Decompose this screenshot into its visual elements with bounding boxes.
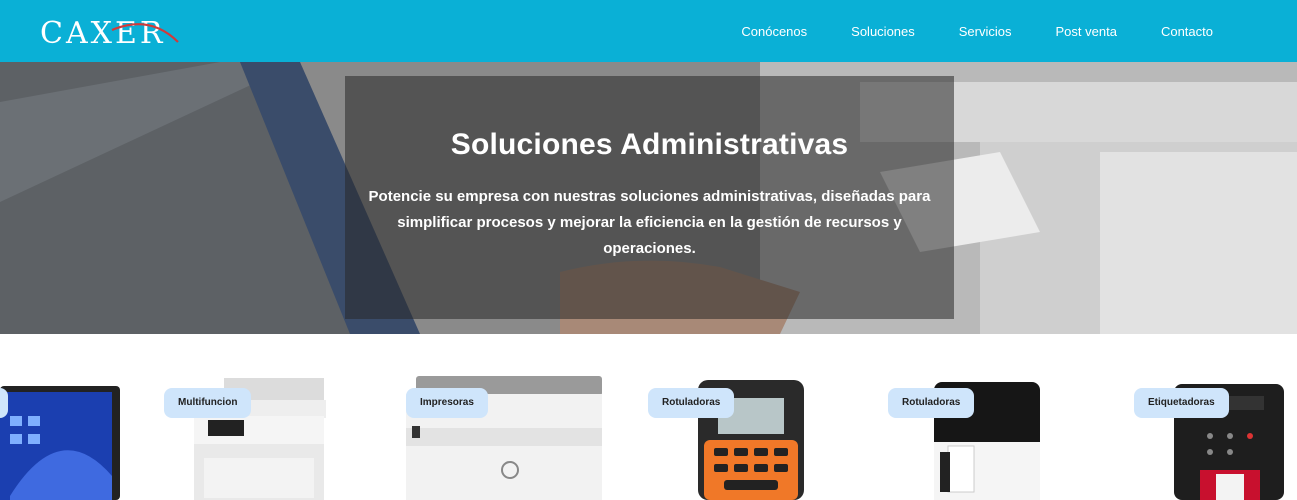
hero-description: Potencie su empresa con nuestras solucio… bbox=[368, 188, 931, 257]
hero-section: Soluciones Administrativas Potencie su e… bbox=[0, 62, 1297, 334]
product-card-rotuladoras-2[interactable]: Rotuladoras bbox=[880, 334, 1060, 500]
main-nav: Conócenos Soluciones Servicios Post vent… bbox=[697, 0, 1213, 62]
category-pill[interactable]: Etiquetadoras bbox=[1134, 388, 1229, 418]
site-header: CAXER Conócenos Soluciones Servicios Pos… bbox=[0, 0, 1297, 62]
category-pill[interactable]: Rotuladoras bbox=[888, 388, 975, 418]
nav-soluciones[interactable]: Soluciones bbox=[851, 24, 915, 39]
category-pill[interactable]: Rotuladoras bbox=[648, 388, 735, 418]
category-pill[interactable] bbox=[0, 388, 8, 418]
logo[interactable]: CAXER bbox=[40, 12, 190, 52]
hero-title: Soluciones Administrativas bbox=[450, 128, 849, 161]
hero-overlay-box: Soluciones Administrativas Potencie su e… bbox=[345, 76, 954, 319]
nav-servicios[interactable]: Servicios bbox=[959, 24, 1012, 39]
category-pill[interactable]: Multifuncion bbox=[164, 388, 252, 418]
product-card-multifuncion[interactable]: Multifuncion bbox=[160, 334, 340, 500]
product-card-laptop[interactable] bbox=[0, 334, 130, 500]
nav-post-venta[interactable]: Post venta bbox=[1056, 24, 1117, 39]
product-card-etiquetadoras[interactable]: Etiquetadoras bbox=[1130, 334, 1297, 500]
logo-swoosh-icon bbox=[111, 23, 179, 43]
product-card-impresoras[interactable]: Impresoras bbox=[400, 334, 610, 500]
products-row: Multifuncion Impresoras Rotuladoras Rotu… bbox=[0, 334, 1297, 500]
nav-conocenos[interactable]: Conócenos bbox=[741, 24, 807, 39]
category-pill[interactable]: Impresoras bbox=[406, 388, 488, 418]
product-card-rotuladoras[interactable]: Rotuladoras bbox=[640, 334, 820, 500]
nav-contacto[interactable]: Contacto bbox=[1161, 24, 1213, 39]
laptop-icon bbox=[0, 386, 120, 500]
